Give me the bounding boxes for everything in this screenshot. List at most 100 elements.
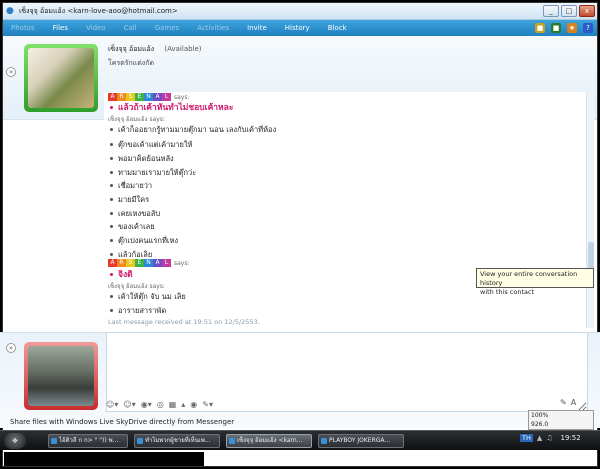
menu-activities[interactable]: Activities bbox=[197, 24, 229, 32]
system-tray: TH ▲ ♫ 19:52 bbox=[520, 434, 581, 442]
chat-line-sender: เซ็งจุจุ อ้อมแอ้ง says: bbox=[108, 283, 165, 290]
window-controls: _ □ x bbox=[543, 5, 595, 17]
sender-letter: R bbox=[117, 259, 126, 267]
window-title: เซ็งจุจุ อ้อมแอ้ง <karn-love-aoo@hotmail… bbox=[19, 6, 178, 15]
app-icon bbox=[51, 438, 57, 444]
handwriting-icon[interactable]: ✎ bbox=[560, 398, 567, 407]
chat-line-arsenal: A R S E N A Lsays: bbox=[108, 258, 190, 267]
menu-photos[interactable]: Photos bbox=[11, 24, 35, 32]
chat-line-msg: มายมีใคร bbox=[108, 194, 149, 206]
message-text: มายมีใคร bbox=[118, 195, 150, 204]
message-text: พอมาคิดย้อนหลัง bbox=[118, 154, 174, 163]
bullet-icon bbox=[110, 309, 113, 312]
tooltip-line-1: View your entire conversation history bbox=[480, 270, 578, 287]
bullet-icon bbox=[110, 198, 113, 201]
zoom-widget[interactable]: 100% 926.0 bbox=[528, 410, 594, 430]
menu-games[interactable]: Games bbox=[155, 24, 180, 32]
chat-line-msg: ของเค้าเลย bbox=[108, 221, 155, 233]
clock[interactable]: 19:52 bbox=[561, 434, 581, 442]
message-text: เชื่อมายว่า bbox=[118, 181, 153, 190]
says-label: says: bbox=[174, 260, 190, 267]
image-caption: [1024x768] https://upic.me/ bbox=[438, 452, 585, 462]
app-icon bbox=[321, 438, 327, 444]
sender-letter: N bbox=[144, 259, 153, 267]
app-icon bbox=[229, 438, 235, 444]
chat-line-pink: แล้วถ้าเค้าหันทำไม่ชอบเค้าหละ bbox=[108, 100, 233, 114]
emoticon-icon[interactable]: ☺▾ bbox=[106, 400, 118, 410]
message-text: ตุ๊กขอเค้าแต่เค้ามายให้ bbox=[118, 140, 193, 149]
chat-line-msg: เค้าให้ตุ๊ก จับ นม เลิย bbox=[108, 291, 186, 303]
taskbar-item-3[interactable]: เซ็งจุจุ อ้อมแอ้ง <karn... bbox=[226, 434, 312, 448]
chat-line-msg: ตุ๊กเปงคนแรกที่เหง bbox=[108, 235, 178, 247]
taskbar-item-4[interactable]: PLAYBOY JOKERGA... bbox=[318, 434, 404, 448]
contact-avatar[interactable] bbox=[24, 44, 98, 112]
nudge-icon[interactable]: ◉▾ bbox=[141, 400, 152, 410]
contacts-icon[interactable]: ★ bbox=[567, 23, 577, 33]
my-photo bbox=[28, 346, 94, 406]
menu-files[interactable]: Files bbox=[53, 24, 68, 32]
action-bar: Photos Files Video Call Games Activities… bbox=[3, 20, 597, 36]
voice-clip-icon[interactable]: ◎ bbox=[157, 400, 164, 410]
volume-icon[interactable]: ♫ bbox=[546, 434, 552, 442]
message-text: เคยเหงขอลับ bbox=[118, 209, 161, 218]
network-icon[interactable]: ▲ bbox=[537, 434, 542, 442]
bullet-icon bbox=[110, 295, 113, 298]
message-text: จิงดิ bbox=[118, 270, 133, 280]
tooltip-line-2: with this contact bbox=[480, 288, 535, 296]
contact-name-row: เซ็งจุจุ อ้อมแอ้ง (Available) bbox=[108, 44, 202, 55]
chat-line-msg: ตุ๊กขอเค้าแต่เค้ามายให้ bbox=[108, 139, 193, 151]
text-mode-icon[interactable]: A bbox=[571, 398, 576, 407]
close-button[interactable]: x bbox=[579, 5, 595, 17]
bullet-icon bbox=[110, 105, 113, 109]
help-icon[interactable]: ? bbox=[583, 23, 593, 33]
collapse-header-icon[interactable]: » bbox=[6, 67, 16, 77]
message-text: อารายสาราพัด bbox=[118, 306, 167, 315]
menu-invite[interactable]: Invite bbox=[247, 24, 267, 32]
sender-letter: A bbox=[108, 259, 117, 267]
wink-icon[interactable]: ☺▾ bbox=[123, 400, 135, 410]
zoom-value: 100% bbox=[531, 412, 549, 419]
taskbar: ❖ ไอ้ติวลี ก ก> " ")) พ... ทำไมพวกผู้ชาย… bbox=[0, 430, 600, 450]
contact-name: เซ็งจุจุ อ้อมแอ้ง bbox=[108, 45, 155, 53]
menu-history[interactable]: History bbox=[285, 24, 310, 32]
messenger-icon: ● bbox=[6, 6, 14, 16]
bullet-icon bbox=[110, 171, 113, 174]
minimize-button[interactable]: _ bbox=[543, 5, 559, 17]
bullet-icon bbox=[110, 157, 113, 160]
font-icon[interactable]: ◉ bbox=[190, 400, 197, 410]
title-bar: ● เซ็งจุจุ อ้อมแอ้ง <karn-love-aoo@hotma… bbox=[3, 3, 597, 20]
start-button[interactable]: ❖ bbox=[4, 433, 26, 449]
bullet-icon bbox=[110, 128, 113, 131]
chat-line-sender: เซ็งจุจุ อ้อมแอ้ง says: bbox=[108, 116, 165, 123]
menu-block[interactable]: Block bbox=[328, 24, 347, 32]
my-avatar[interactable] bbox=[24, 342, 98, 410]
message-text: ทามมายเรามายให้ตุ๊กว่ะ bbox=[118, 168, 197, 177]
message-text: แล้วถ้าเค้าหันทำไม่ชอบเค้าหละ bbox=[118, 103, 234, 113]
chat-line-msg: เชื่อมายว่า bbox=[108, 180, 152, 192]
bullet-icon bbox=[110, 143, 113, 146]
options-icon[interactable]: ■ bbox=[535, 23, 545, 33]
chat-line-msg: ทามมายเรามายให้ตุ๊กว่ะ bbox=[108, 167, 196, 179]
sender-letter: A bbox=[153, 259, 162, 267]
language-indicator[interactable]: TH bbox=[520, 434, 533, 442]
bullet-icon bbox=[110, 239, 113, 242]
bullet-icon bbox=[110, 225, 113, 228]
zoom-label: 926.0 bbox=[531, 421, 549, 428]
taskbar-item-2[interactable]: ทำไมพวกผู้ชายที่เห็นเพ... bbox=[134, 434, 220, 448]
games-icon[interactable]: ▴ bbox=[181, 400, 185, 410]
chat-line-msg: พอมาคิดย้อนหลัง bbox=[108, 153, 174, 165]
ink-icon[interactable]: ✎▾ bbox=[202, 400, 213, 410]
chat-line-msg: เคยเหงขอลับ bbox=[108, 208, 160, 220]
menu-call[interactable]: Call bbox=[124, 24, 137, 32]
message-text: เค้าให้ตุ๊ก จับ นม เลิย bbox=[118, 292, 186, 301]
background-icon[interactable]: ▦ bbox=[169, 400, 177, 410]
maximize-button[interactable]: □ bbox=[561, 5, 577, 17]
status-icon[interactable]: ■ bbox=[551, 23, 561, 33]
contact-photo bbox=[28, 48, 94, 108]
collapse-compose-icon[interactable]: » bbox=[6, 343, 16, 353]
chat-line-msg: เค้าก็ออยากรู้ทามมายตุ๊กมา นอน เลงกับเค้… bbox=[108, 124, 276, 136]
format-buttons: ✎ A bbox=[560, 398, 576, 407]
taskbar-item-1[interactable]: ไอ้ติวลี ก ก> " ")) พ... bbox=[48, 434, 128, 448]
menu-video[interactable]: Video bbox=[86, 24, 106, 32]
skydrive-banner[interactable]: Share files with Windows Live SkyDrive d… bbox=[10, 418, 234, 426]
